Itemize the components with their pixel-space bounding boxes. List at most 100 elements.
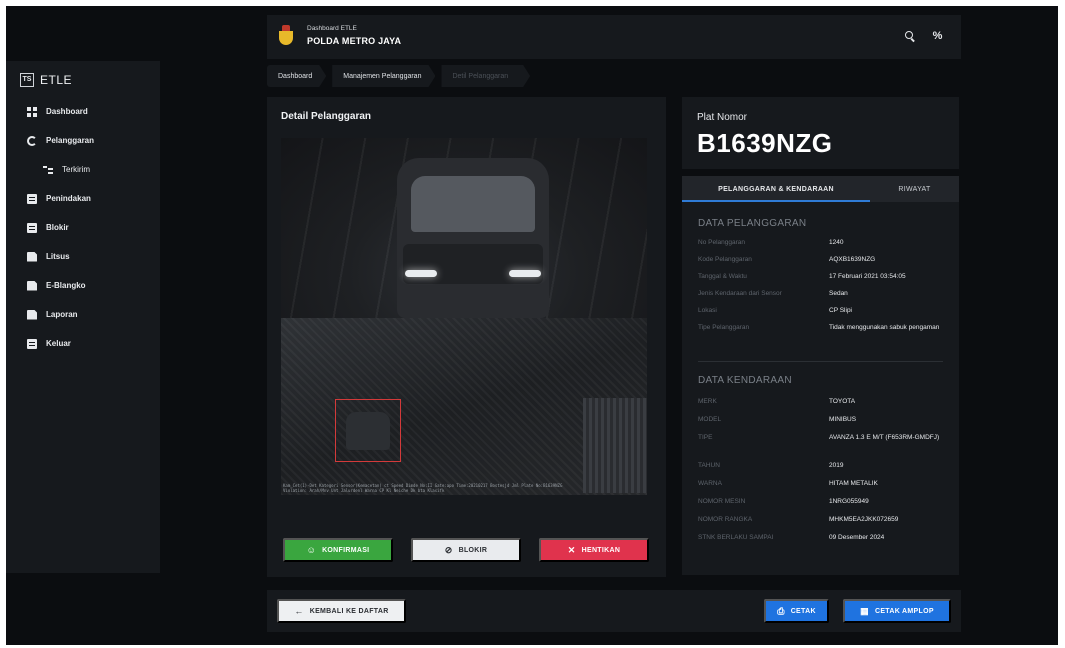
header-subtitle: Dashboard ETLE [307, 25, 357, 32]
print-envelope-button[interactable]: ▦ CETAK AMPLOP [843, 599, 951, 623]
back-to-list-button[interactable]: ← KEMBALI KE DAFTAR [277, 599, 406, 623]
info-value: 1NRG055949 [829, 498, 869, 505]
sidebar-item-terkirim[interactable]: Terkirim [6, 155, 160, 184]
camera-close-up [281, 138, 647, 318]
blank-form-icon [27, 280, 37, 291]
info-value: 2019 [829, 462, 844, 469]
detail-panel: Detail Pelanggaran Kam_Cet(1)-Det Katego… [267, 97, 666, 577]
info-card: PELANGGARAN & KENDARAAN RIWAYAT DATA PEL… [682, 176, 959, 575]
stop-label: HENTIKAN [581, 546, 621, 554]
header-title: POLDA METRO JAYA [307, 36, 402, 46]
info-key: TIPE [698, 434, 713, 441]
plate-card: Plat Nomor B1639NZG [682, 97, 959, 169]
back-label: KEMBALI KE DAFTAR [309, 607, 389, 615]
breadcrumb: Dashboard Manajemen Pelanggaran Detil Pe… [267, 65, 536, 87]
info-value: Tidak menggunakan sabuk pengaman [829, 324, 940, 331]
vehicle-close-up [397, 158, 549, 318]
close-icon: ✕ [567, 544, 576, 555]
info-key: Kode Pelanggaran [698, 256, 752, 263]
report-icon [27, 309, 37, 320]
sidebar-item-litsus[interactable]: Litsus [6, 242, 160, 271]
info-key: MODEL [698, 416, 722, 423]
section-divider [698, 361, 943, 362]
info-value: 17 Februari 2021 03:54:05 [829, 273, 906, 280]
sidebar-item-blokir[interactable]: Blokir [6, 213, 160, 242]
tab-bar: PELANGGARAN & KENDARAAN RIWAYAT [682, 176, 959, 202]
info-key: MERK [698, 398, 717, 405]
section-title-violation: DATA PELANGGARAN [698, 218, 807, 229]
sidebar-item-label: Blokir [46, 223, 69, 232]
sidebar-brand[interactable]: TS ETLE [6, 61, 160, 97]
info-value: CP Slipi [829, 307, 853, 314]
fx-icon[interactable]: % [931, 30, 944, 43]
info-key: WARNA [698, 480, 722, 487]
block-button[interactable]: ⊘ BLOKIR [411, 538, 521, 562]
camera-capture-image[interactable]: Kam_Cet(1)-Det Kategori Sensor(Kemacetan… [281, 138, 647, 495]
info-key: Tanggal & Waktu [698, 273, 747, 280]
camera-caption: Kam_Cet(1)-Det Kategori Sensor(Kemacetan… [283, 483, 563, 493]
info-key: No Pelanggaran [698, 239, 745, 246]
print-label: CETAK [790, 607, 816, 615]
printer-icon: ⎙ [777, 605, 785, 616]
info-value: Sedan [829, 290, 848, 297]
sidebar-item-label: Terkirim [62, 165, 90, 174]
info-key: Tipe Pelanggaran [698, 324, 750, 331]
breadcrumb-dashboard[interactable]: Dashboard [267, 65, 326, 87]
info-key: Lokasi [698, 307, 717, 314]
sidebar-item-e-blangko[interactable]: E-Blangko [6, 271, 160, 300]
info-key: Jenis Kendaraan dari Sensor [698, 290, 782, 297]
tab-riwayat[interactable]: RIWAYAT [870, 176, 959, 202]
brand-name: ETLE [40, 73, 73, 87]
sidebar-item-label: E-Blangko [46, 281, 86, 290]
brand-badge: TS [20, 73, 34, 87]
sidebar-item-penindakan[interactable]: Penindakan [6, 184, 160, 213]
sidebar-item-label: Laporan [46, 310, 78, 319]
sidebar-item-laporan[interactable]: Laporan [6, 300, 160, 329]
info-value: AQXB1639NZG [829, 256, 876, 263]
envelope-icon: ▦ [860, 605, 869, 616]
confirm-label: KONFIRMASI [322, 546, 370, 554]
sidebar-item-label: Dashboard [46, 107, 88, 116]
sidebar-item-pelanggaran[interactable]: Pelanggaran [6, 126, 160, 155]
breadcrumb-manajemen-pelanggaran[interactable]: Manajemen Pelanggaran [332, 65, 435, 87]
info-key: NOMOR MESIN [698, 498, 746, 505]
breadcrumb-detil-pelanggaran: Detil Pelanggaran [441, 65, 530, 87]
search-icon[interactable] [904, 30, 917, 43]
id-card-icon [27, 193, 37, 204]
sidebar-item-label: Pelanggaran [46, 136, 95, 145]
plate-label: Plat Nomor [697, 112, 748, 123]
info-value: HITAM METALIK [829, 480, 878, 487]
tab-pelanggaran-kendaraan[interactable]: PELANGGARAN & KENDARAAN [682, 176, 870, 202]
sidebar: TS ETLE Dashboard Pelanggaran Terkirim P… [6, 61, 160, 573]
top-header: Dashboard ETLE POLDA METRO JAYA % [267, 15, 961, 59]
sidebar-item-keluar[interactable]: Keluar [6, 329, 160, 358]
info-key: TAHUN [698, 462, 720, 469]
print-button[interactable]: ⎙ CETAK [764, 599, 829, 623]
info-key: STNK BERLAKU SAMPAI [698, 534, 774, 541]
detection-bounding-box [335, 399, 401, 462]
panel-title: Detail Pelanggaran [281, 111, 372, 122]
footer-bar: ← KEMBALI KE DAFTAR ⎙ CETAK ▦ CETAK AMPL… [267, 590, 961, 632]
block-card-icon [27, 222, 37, 233]
document-icon [27, 251, 37, 262]
arrow-left-icon: ← [294, 605, 304, 616]
sub-list-icon [43, 164, 53, 175]
block-icon: ⊘ [444, 544, 453, 555]
polda-logo-icon [279, 25, 293, 45]
sidebar-item-dashboard[interactable]: Dashboard [6, 97, 160, 126]
print-envelope-label: CETAK AMPLOP [874, 607, 934, 615]
stop-button[interactable]: ✕ HENTIKAN [539, 538, 649, 562]
camera-wide-shot: Kam_Cet(1)-Det Kategori Sensor(Kemacetan… [281, 318, 647, 495]
circle-loading-icon [27, 135, 37, 146]
info-key: NOMOR RANGKA [698, 516, 753, 523]
confirm-button[interactable]: ☺ KONFIRMASI [283, 538, 393, 562]
sidebar-item-label: Penindakan [46, 194, 91, 203]
info-value: MHKM5EA2JKK072659 [829, 516, 899, 523]
sidebar-item-label: Litsus [46, 252, 70, 261]
info-value: TOYOTA [829, 398, 856, 405]
info-value: AVANZA 1.3 E M/T (F653RM-GMDFJ) [829, 434, 940, 441]
info-value: 09 Desember 2024 [829, 534, 885, 541]
block-label: BLOKIR [458, 546, 488, 554]
sidebar-item-label: Keluar [46, 339, 71, 348]
plate-number: B1639NZG [697, 128, 833, 158]
